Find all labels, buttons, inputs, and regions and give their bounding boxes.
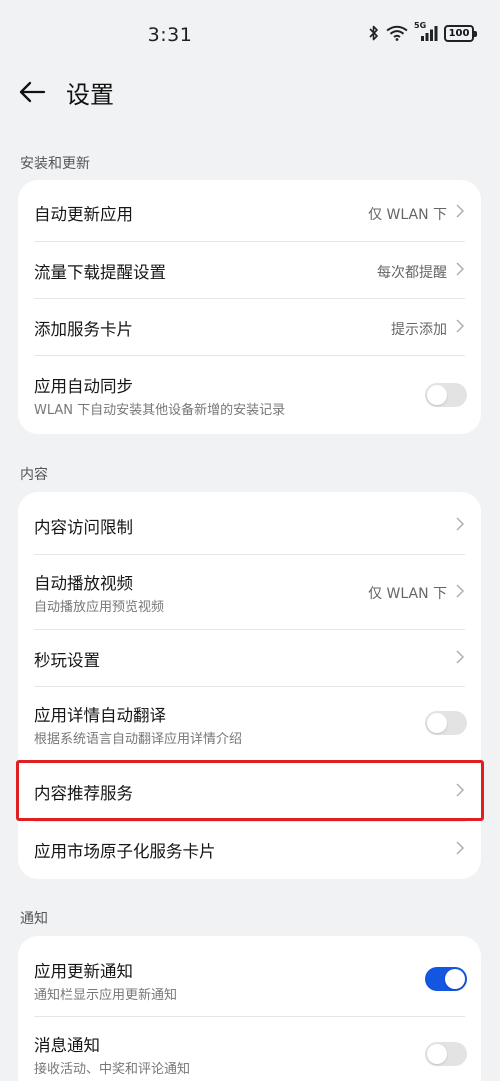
divider bbox=[34, 686, 465, 687]
access-limit-row[interactable]: 内容访问限制 bbox=[18, 492, 481, 554]
atomic-card-title: 应用市场原子化服务卡片 bbox=[34, 842, 216, 861]
wifi-icon bbox=[386, 25, 408, 41]
divider bbox=[34, 629, 465, 630]
autoplay-video-row[interactable]: 自动播放视频 自动播放应用预览视频 仅 WLAN 下 bbox=[18, 554, 481, 629]
divider bbox=[34, 1016, 465, 1017]
chevron-right-icon bbox=[456, 783, 465, 797]
autoplay-video-value: 仅 WLAN 下 bbox=[368, 586, 447, 602]
chevron-right-icon bbox=[456, 204, 465, 218]
update-notify-toggle[interactable] bbox=[425, 967, 467, 991]
auto-update-value: 仅 WLAN 下 bbox=[368, 207, 447, 223]
divider bbox=[34, 821, 465, 822]
chevron-right-icon bbox=[456, 262, 465, 276]
update-notify-row: 应用更新通知 通知栏显示应用更新通知 bbox=[18, 936, 481, 1016]
auto-translate-title: 应用详情自动翻译 bbox=[34, 706, 166, 725]
divider bbox=[34, 355, 465, 356]
bluetooth-icon bbox=[369, 25, 378, 41]
data-download-title: 流量下载提醒设置 bbox=[34, 263, 166, 282]
data-download-value: 每次都提醒 bbox=[377, 265, 447, 281]
header: 设置 bbox=[0, 72, 500, 112]
install-card: 自动更新应用 仅 WLAN 下 流量下载提醒设置 每次都提醒 添加服务卡片 提示… bbox=[18, 180, 481, 434]
autoplay-video-title: 自动播放视频 bbox=[34, 574, 133, 593]
instant-play-row[interactable]: 秒玩设置 bbox=[18, 629, 481, 686]
update-notify-title: 应用更新通知 bbox=[34, 962, 133, 981]
auto-update-row[interactable]: 自动更新应用 仅 WLAN 下 bbox=[18, 180, 481, 241]
chevron-right-icon bbox=[456, 319, 465, 333]
divider bbox=[34, 554, 465, 555]
access-limit-title: 内容访问限制 bbox=[34, 518, 133, 537]
auto-update-title: 自动更新应用 bbox=[34, 205, 133, 224]
status-icons: 5G 100 bbox=[368, 21, 477, 42]
chevron-right-icon bbox=[456, 841, 465, 855]
auto-sync-title: 应用自动同步 bbox=[34, 377, 133, 396]
arrow-left-icon bbox=[19, 81, 46, 103]
toggle-knob bbox=[427, 385, 447, 405]
battery-level: 100 bbox=[448, 27, 470, 39]
atomic-card-row[interactable]: 应用市场原子化服务卡片 bbox=[18, 821, 481, 879]
service-card-title: 添加服务卡片 bbox=[34, 320, 133, 339]
auto-sync-row: 应用自动同步 WLAN 下自动安装其他设备新增的安装记录 bbox=[18, 355, 481, 434]
instant-play-title: 秒玩设置 bbox=[34, 651, 100, 670]
auto-sync-toggle[interactable] bbox=[425, 383, 467, 407]
service-card-row[interactable]: 添加服务卡片 提示添加 bbox=[18, 298, 481, 355]
section-label-content: 内容 bbox=[20, 467, 48, 483]
notify-card: 应用更新通知 通知栏显示应用更新通知 消息通知 接收活动、中奖和评论通知 bbox=[18, 936, 481, 1081]
page-title: 设置 bbox=[66, 81, 114, 109]
auto-translate-subtitle: 根据系统语言自动翻译应用详情介绍 bbox=[34, 732, 243, 747]
recommend-service-row[interactable]: 内容推荐服务 bbox=[18, 761, 481, 821]
status-time: 3:31 bbox=[147, 24, 193, 46]
message-notify-toggle[interactable] bbox=[425, 1042, 467, 1066]
divider bbox=[34, 241, 465, 242]
divider bbox=[34, 298, 465, 299]
message-notify-row: 消息通知 接收活动、中奖和评论通知 bbox=[18, 1016, 481, 1081]
signal-icon: 5G bbox=[414, 21, 438, 42]
content-card: 内容访问限制 自动播放视频 自动播放应用预览视频 仅 WLAN 下 秒玩设置 应… bbox=[18, 492, 481, 879]
divider bbox=[34, 761, 465, 762]
toggle-knob bbox=[445, 969, 465, 989]
toggle-knob bbox=[427, 1044, 447, 1064]
chevron-right-icon bbox=[456, 584, 465, 598]
message-notify-subtitle: 接收活动、中奖和评论通知 bbox=[34, 1062, 191, 1077]
section-label-install: 安装和更新 bbox=[20, 156, 90, 172]
toggle-knob bbox=[427, 713, 447, 733]
message-notify-title: 消息通知 bbox=[34, 1036, 100, 1055]
status-bar: 3:31 5G 100 bbox=[0, 0, 500, 72]
auto-translate-row: 应用详情自动翻译 根据系统语言自动翻译应用详情介绍 bbox=[18, 686, 481, 761]
battery-icon: 100 bbox=[444, 24, 477, 42]
chevron-right-icon bbox=[456, 650, 465, 664]
data-download-row[interactable]: 流量下载提醒设置 每次都提醒 bbox=[18, 241, 481, 298]
update-notify-subtitle: 通知栏显示应用更新通知 bbox=[34, 988, 178, 1003]
section-label-notify: 通知 bbox=[20, 911, 48, 927]
settings-page: 3:31 5G 100 设置 安装和更新 自动更新应用 仅 WLAN 下 流量下… bbox=[0, 0, 500, 1081]
auto-translate-toggle[interactable] bbox=[425, 711, 467, 735]
service-card-value: 提示添加 bbox=[391, 322, 447, 338]
back-button[interactable] bbox=[14, 74, 50, 110]
autoplay-video-subtitle: 自动播放应用预览视频 bbox=[34, 600, 165, 615]
chevron-right-icon bbox=[456, 517, 465, 531]
auto-sync-subtitle: WLAN 下自动安装其他设备新增的安装记录 bbox=[34, 403, 286, 418]
recommend-service-title: 内容推荐服务 bbox=[34, 784, 133, 803]
